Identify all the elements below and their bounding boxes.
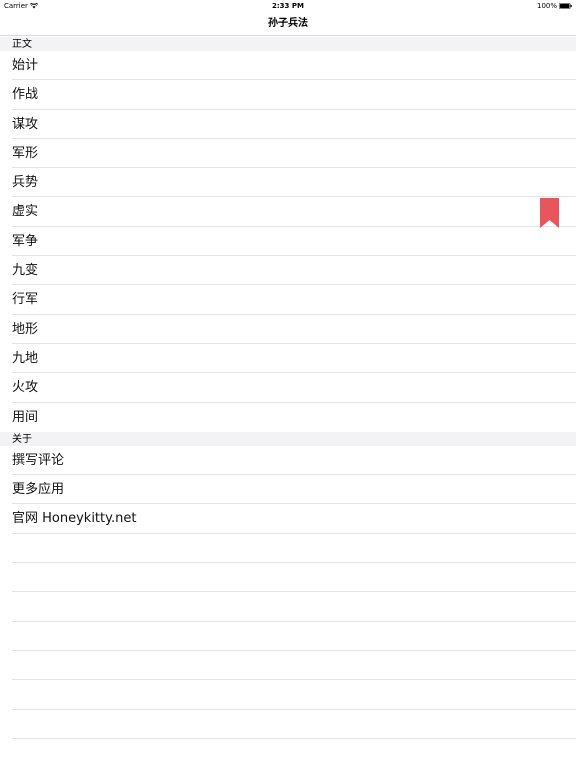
list-item[interactable]: 火攻 bbox=[12, 373, 576, 403]
empty-row bbox=[12, 563, 576, 593]
list-item[interactable]: 九地 bbox=[12, 344, 576, 374]
battery-full-icon bbox=[559, 3, 572, 9]
list-item[interactable]: 谋攻 bbox=[12, 110, 576, 139]
list-item[interactable]: 军争 bbox=[12, 227, 576, 257]
empty-row bbox=[12, 622, 576, 651]
list-item[interactable]: 地形 bbox=[12, 315, 576, 344]
status-time: 2:33 PM bbox=[272, 2, 304, 10]
bookmark-icon[interactable] bbox=[540, 198, 559, 228]
write-review-item[interactable]: 撰写评论 bbox=[12, 446, 576, 476]
page-title: 孙子兵法 bbox=[268, 18, 308, 29]
app-screen: Carrier 2:33 PM 100% 孙子兵法 正文 始计 作战 谋攻 军形… bbox=[0, 0, 576, 768]
section-header-main: 正文 bbox=[0, 37, 576, 51]
list-item[interactable]: 始计 bbox=[12, 51, 576, 81]
section-header-about: 关于 bbox=[0, 431, 576, 446]
status-bar: Carrier 2:33 PM 100% bbox=[0, 0, 576, 12]
list-item[interactable]: 军形 bbox=[12, 139, 576, 169]
list-item[interactable]: 作战 bbox=[12, 80, 576, 110]
status-battery: 100% bbox=[537, 0, 572, 12]
empty-row bbox=[12, 710, 576, 739]
list-item[interactable]: 虚实 bbox=[12, 197, 576, 227]
list-item[interactable]: 兵势 bbox=[12, 168, 576, 198]
navigation-bar: 孙子兵法 bbox=[0, 12, 576, 36]
chapter-table: 正文 始计 作战 谋攻 军形 兵势 虚实 军争 九变 行军 地形 九地 火攻 用… bbox=[0, 37, 576, 739]
empty-row bbox=[12, 651, 576, 681]
more-apps-item[interactable]: 更多应用 bbox=[12, 475, 576, 505]
empty-row bbox=[12, 592, 576, 622]
list-item[interactable]: 九变 bbox=[12, 256, 576, 286]
list-item[interactable]: 用间 bbox=[12, 403, 576, 432]
battery-percent: 100% bbox=[536, 2, 557, 10]
list-item[interactable]: 行军 bbox=[12, 285, 576, 315]
empty-row bbox=[12, 680, 576, 710]
website-link-item[interactable]: 官网 Honeykitty.net bbox=[12, 504, 576, 534]
empty-row bbox=[12, 534, 576, 564]
